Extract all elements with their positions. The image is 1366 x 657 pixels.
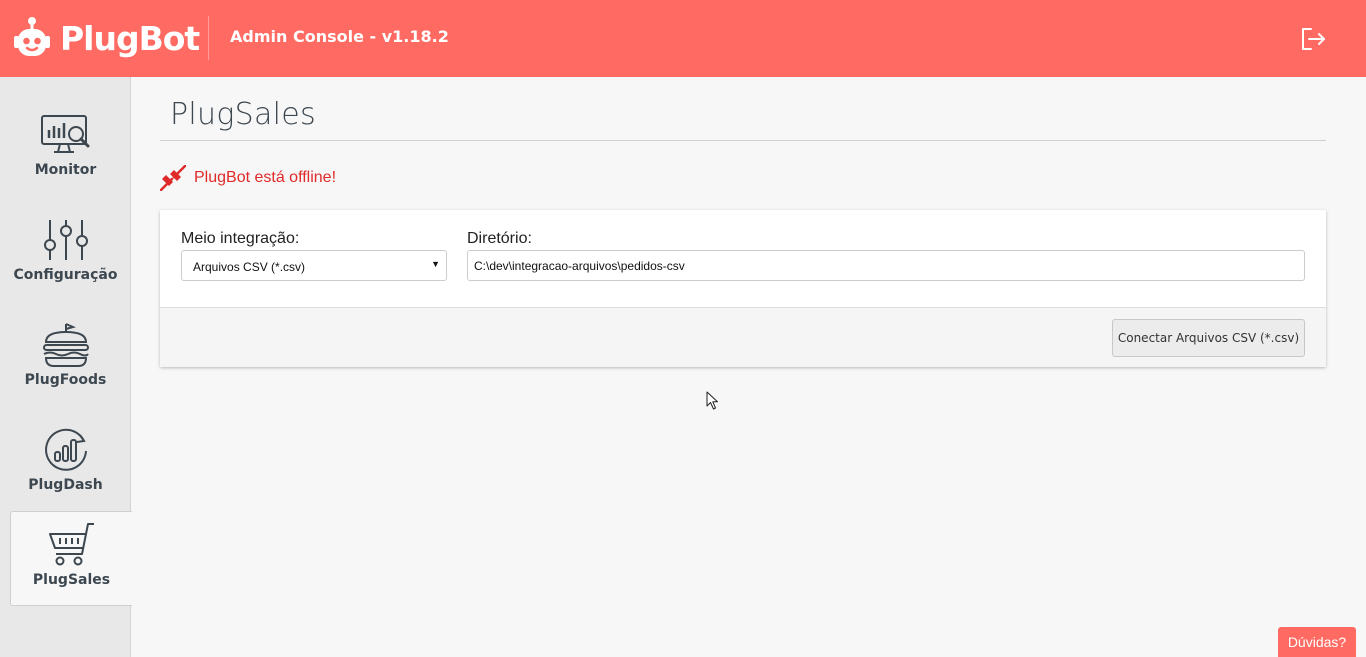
- sidebar-item-plugdash[interactable]: PlugDash: [0, 417, 131, 512]
- header-divider: [208, 16, 209, 60]
- status-text: PlugBot está offline!: [194, 169, 337, 186]
- sidebar-item-label: PlugSales: [32, 572, 111, 588]
- sidebar-item-configuracao[interactable]: Configuração: [0, 207, 131, 302]
- dashboard-chart-icon: [44, 428, 87, 471]
- sidebar-item-label: Monitor: [34, 162, 97, 178]
- sidebar-item-monitor[interactable]: Monitor: [0, 102, 131, 197]
- page-title: PlugSales: [170, 97, 316, 132]
- brand-logo: PlugBot: [14, 14, 200, 62]
- brand-name: PlugBot: [60, 18, 200, 58]
- integration-card: Meio integração: Arquivos CSV (*.csv) ▼ …: [160, 210, 1326, 367]
- mouse-cursor-icon: [706, 391, 718, 410]
- top-bar: PlugBot Admin Console - v1.18.2: [0, 0, 1366, 77]
- sidebar: Monitor Configuração PlugFoods PlugDash: [0, 77, 132, 657]
- sidebar-item-label: PlugDash: [28, 477, 103, 493]
- logout-icon: [1302, 28, 1325, 50]
- shopping-cart-icon: [48, 523, 94, 566]
- integration-select[interactable]: Arquivos CSV (*.csv) ▼: [181, 250, 447, 281]
- sidebar-item-plugsales[interactable]: PlugSales: [10, 511, 132, 606]
- integration-label: Meio integração:: [181, 230, 300, 247]
- title-divider: [160, 140, 1326, 141]
- sidebar-item-label: Configuração: [13, 267, 118, 283]
- directory-input[interactable]: [467, 250, 1305, 281]
- logout-button[interactable]: [1298, 24, 1328, 54]
- integration-select-value: Arquivos CSV (*.csv): [193, 260, 306, 274]
- robot-icon: [14, 17, 50, 56]
- help-button[interactable]: Dúvidas?: [1278, 627, 1356, 657]
- connect-button[interactable]: Conectar Arquivos CSV (*.csv): [1112, 319, 1305, 357]
- monitor-chart-icon: [40, 115, 89, 153]
- burger-icon: [42, 323, 89, 367]
- disconnected-plug-icon: [160, 165, 186, 191]
- app-title: Admin Console - v1.18.2: [230, 27, 449, 46]
- caret-down-icon: ▼: [431, 259, 440, 269]
- directory-label: Diretório:: [467, 230, 532, 247]
- sidebar-item-label: PlugFoods: [24, 372, 107, 388]
- sidebar-item-plugfoods[interactable]: PlugFoods: [0, 312, 131, 407]
- card-footer: Conectar Arquivos CSV (*.csv): [160, 307, 1326, 367]
- sliders-icon: [43, 220, 88, 260]
- status-message: PlugBot está offline!: [160, 165, 336, 191]
